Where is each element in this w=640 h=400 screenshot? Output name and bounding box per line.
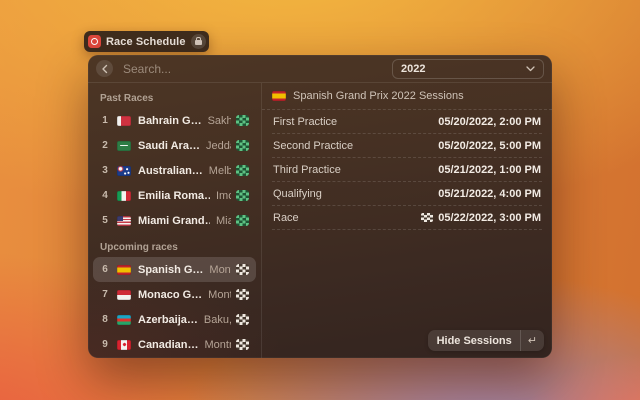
session-row-second-practice[interactable]: Second Practice 05/20/2022, 5:00 PM [272,134,542,158]
session-name: Second Practice [273,140,438,152]
race-list-item-azerbaijan[interactable]: 8 Azerbaija… Baku, Azerb… [93,307,256,332]
session-row-qualifying[interactable]: Qualifying 05/21/2022, 4:00 PM [272,182,542,206]
search-bar: 2022 [88,55,552,82]
race-number: 3 [100,165,110,176]
chevron-left-icon [100,64,110,74]
race-list-item-spain-selected[interactable]: 6 Spanish G… Montmeló,… [93,257,256,282]
checkered-flag-icon [236,339,249,350]
race-list-item-canada[interactable]: 9 Canadian… Montreal, C… [93,332,256,357]
race-list-item-bahrain[interactable]: 1 Bahrain G… Sakhir, Bahr… [93,108,256,133]
session-row-first-practice[interactable]: First Practice 05/20/2022, 2:00 PM [272,110,542,134]
session-datetime: 05/22/2022, 3:00 PM [421,212,541,224]
section-header-past: Past Races [100,93,249,104]
window-tag-title: Race Schedule [106,36,186,48]
sessions-title: Spanish Grand Prix 2022 Sessions [293,90,464,102]
race-title: Emilia Roma… [138,190,210,202]
section-header-upcoming: Upcoming races [100,242,249,253]
race-title: Saudi Ara… [138,140,200,152]
race-number: 2 [100,140,110,151]
race-title: Monaco G… [138,289,202,301]
checkered-flag-icon [236,215,249,226]
flag-monaco-icon [117,290,131,300]
chevron-down-icon [526,66,535,72]
app-window: 2022 Past Races 1 Bahrain G… Sakhir, Bah… [88,55,552,358]
lock-icon[interactable] [191,34,206,49]
session-datetime: 05/21/2022, 4:00 PM [438,188,541,200]
race-number: 7 [100,289,110,300]
flag-australia-icon [117,166,131,176]
session-datetime: 05/20/2022, 2:00 PM [438,116,541,128]
race-list-item-miami[interactable]: 5 Miami Grand… Miami, USA [93,208,256,233]
session-name: Third Practice [273,164,438,176]
race-location: Imola, Italy [216,190,231,202]
flag-spain-icon [117,265,131,275]
checkered-flag-icon [421,213,433,222]
race-location: Montreal, C… [205,339,231,351]
race-list-item-saudi[interactable]: 2 Saudi Ara… Jeddah, Sa… [93,133,256,158]
return-key-icon: ↵ [520,330,544,351]
race-location: Sakhir, Bahr… [208,115,231,127]
race-title: Australian… [138,165,203,177]
year-dropdown-value: 2022 [401,63,526,75]
hide-sessions-button[interactable]: Hide Sessions ↵ [428,330,544,351]
race-number: 9 [100,339,110,350]
flag-italy-icon [117,191,131,201]
checkered-flag-icon [236,264,249,275]
race-number: 5 [100,215,110,226]
flag-canada-icon [117,340,131,350]
session-row-race[interactable]: Race 05/22/2022, 3:00 PM [272,206,542,230]
window-tag[interactable]: Race Schedule [84,31,209,52]
checkered-flag-icon [236,165,249,176]
race-title: Azerbaija… [138,314,198,326]
race-list: Past Races 1 Bahrain G… Sakhir, Bahr… 2 … [88,83,261,358]
flag-usa-icon [117,216,131,226]
session-name: First Practice [273,116,438,128]
checkered-flag-icon [236,115,249,126]
desktop-wallpaper: Race Schedule 2022 Past Races [0,0,640,400]
race-location: Miami, USA [216,215,231,227]
race-number: 1 [100,115,110,126]
sessions-header: Spanish Grand Prix 2022 Sessions [262,83,552,110]
session-name: Race [273,212,421,224]
race-location: Montmeló,… [209,264,231,276]
hide-sessions-label: Hide Sessions [437,335,512,347]
race-location: Baku, Azerb… [204,314,231,326]
session-row-third-practice[interactable]: Third Practice 05/21/2022, 1:00 PM [272,158,542,182]
search-input[interactable] [121,61,384,77]
race-number: 4 [100,190,110,201]
race-location: Melbourne,… [209,165,231,177]
back-button[interactable] [96,60,113,77]
race-number: 6 [100,264,110,275]
race-list-item-emilia-romagna[interactable]: 4 Emilia Roma… Imola, Italy [93,183,256,208]
flag-spain-icon [272,91,286,101]
race-list-item-monaco[interactable]: 7 Monaco G… Monte-Carl… [93,282,256,307]
race-list-item-australia[interactable]: 3 Australian… Melbourne,… [93,158,256,183]
checkered-flag-icon [236,289,249,300]
session-datetime: 05/20/2022, 5:00 PM [438,140,541,152]
checkered-flag-icon [236,314,249,325]
window-content: Past Races 1 Bahrain G… Sakhir, Bahr… 2 … [88,83,552,358]
year-dropdown[interactable]: 2022 [392,59,544,79]
flag-azerbaijan-icon [117,315,131,325]
race-title: Spanish G… [138,264,203,276]
flag-bahrain-icon [117,116,131,126]
race-title: Miami Grand… [138,215,210,227]
flag-saudi-arabia-icon [117,141,131,151]
checkered-flag-icon [236,190,249,201]
race-title: Canadian… [138,339,199,351]
race-location: Monte-Carl… [208,289,231,301]
race-location: Jeddah, Sa… [206,140,231,152]
race-number: 8 [100,314,110,325]
session-datetime: 05/21/2022, 1:00 PM [438,164,541,176]
race-title: Bahrain G… [138,115,202,127]
extension-icon [88,35,101,48]
sessions-panel: Spanish Grand Prix 2022 Sessions First P… [262,83,552,358]
checkered-flag-icon [236,140,249,151]
session-name: Qualifying [273,188,438,200]
